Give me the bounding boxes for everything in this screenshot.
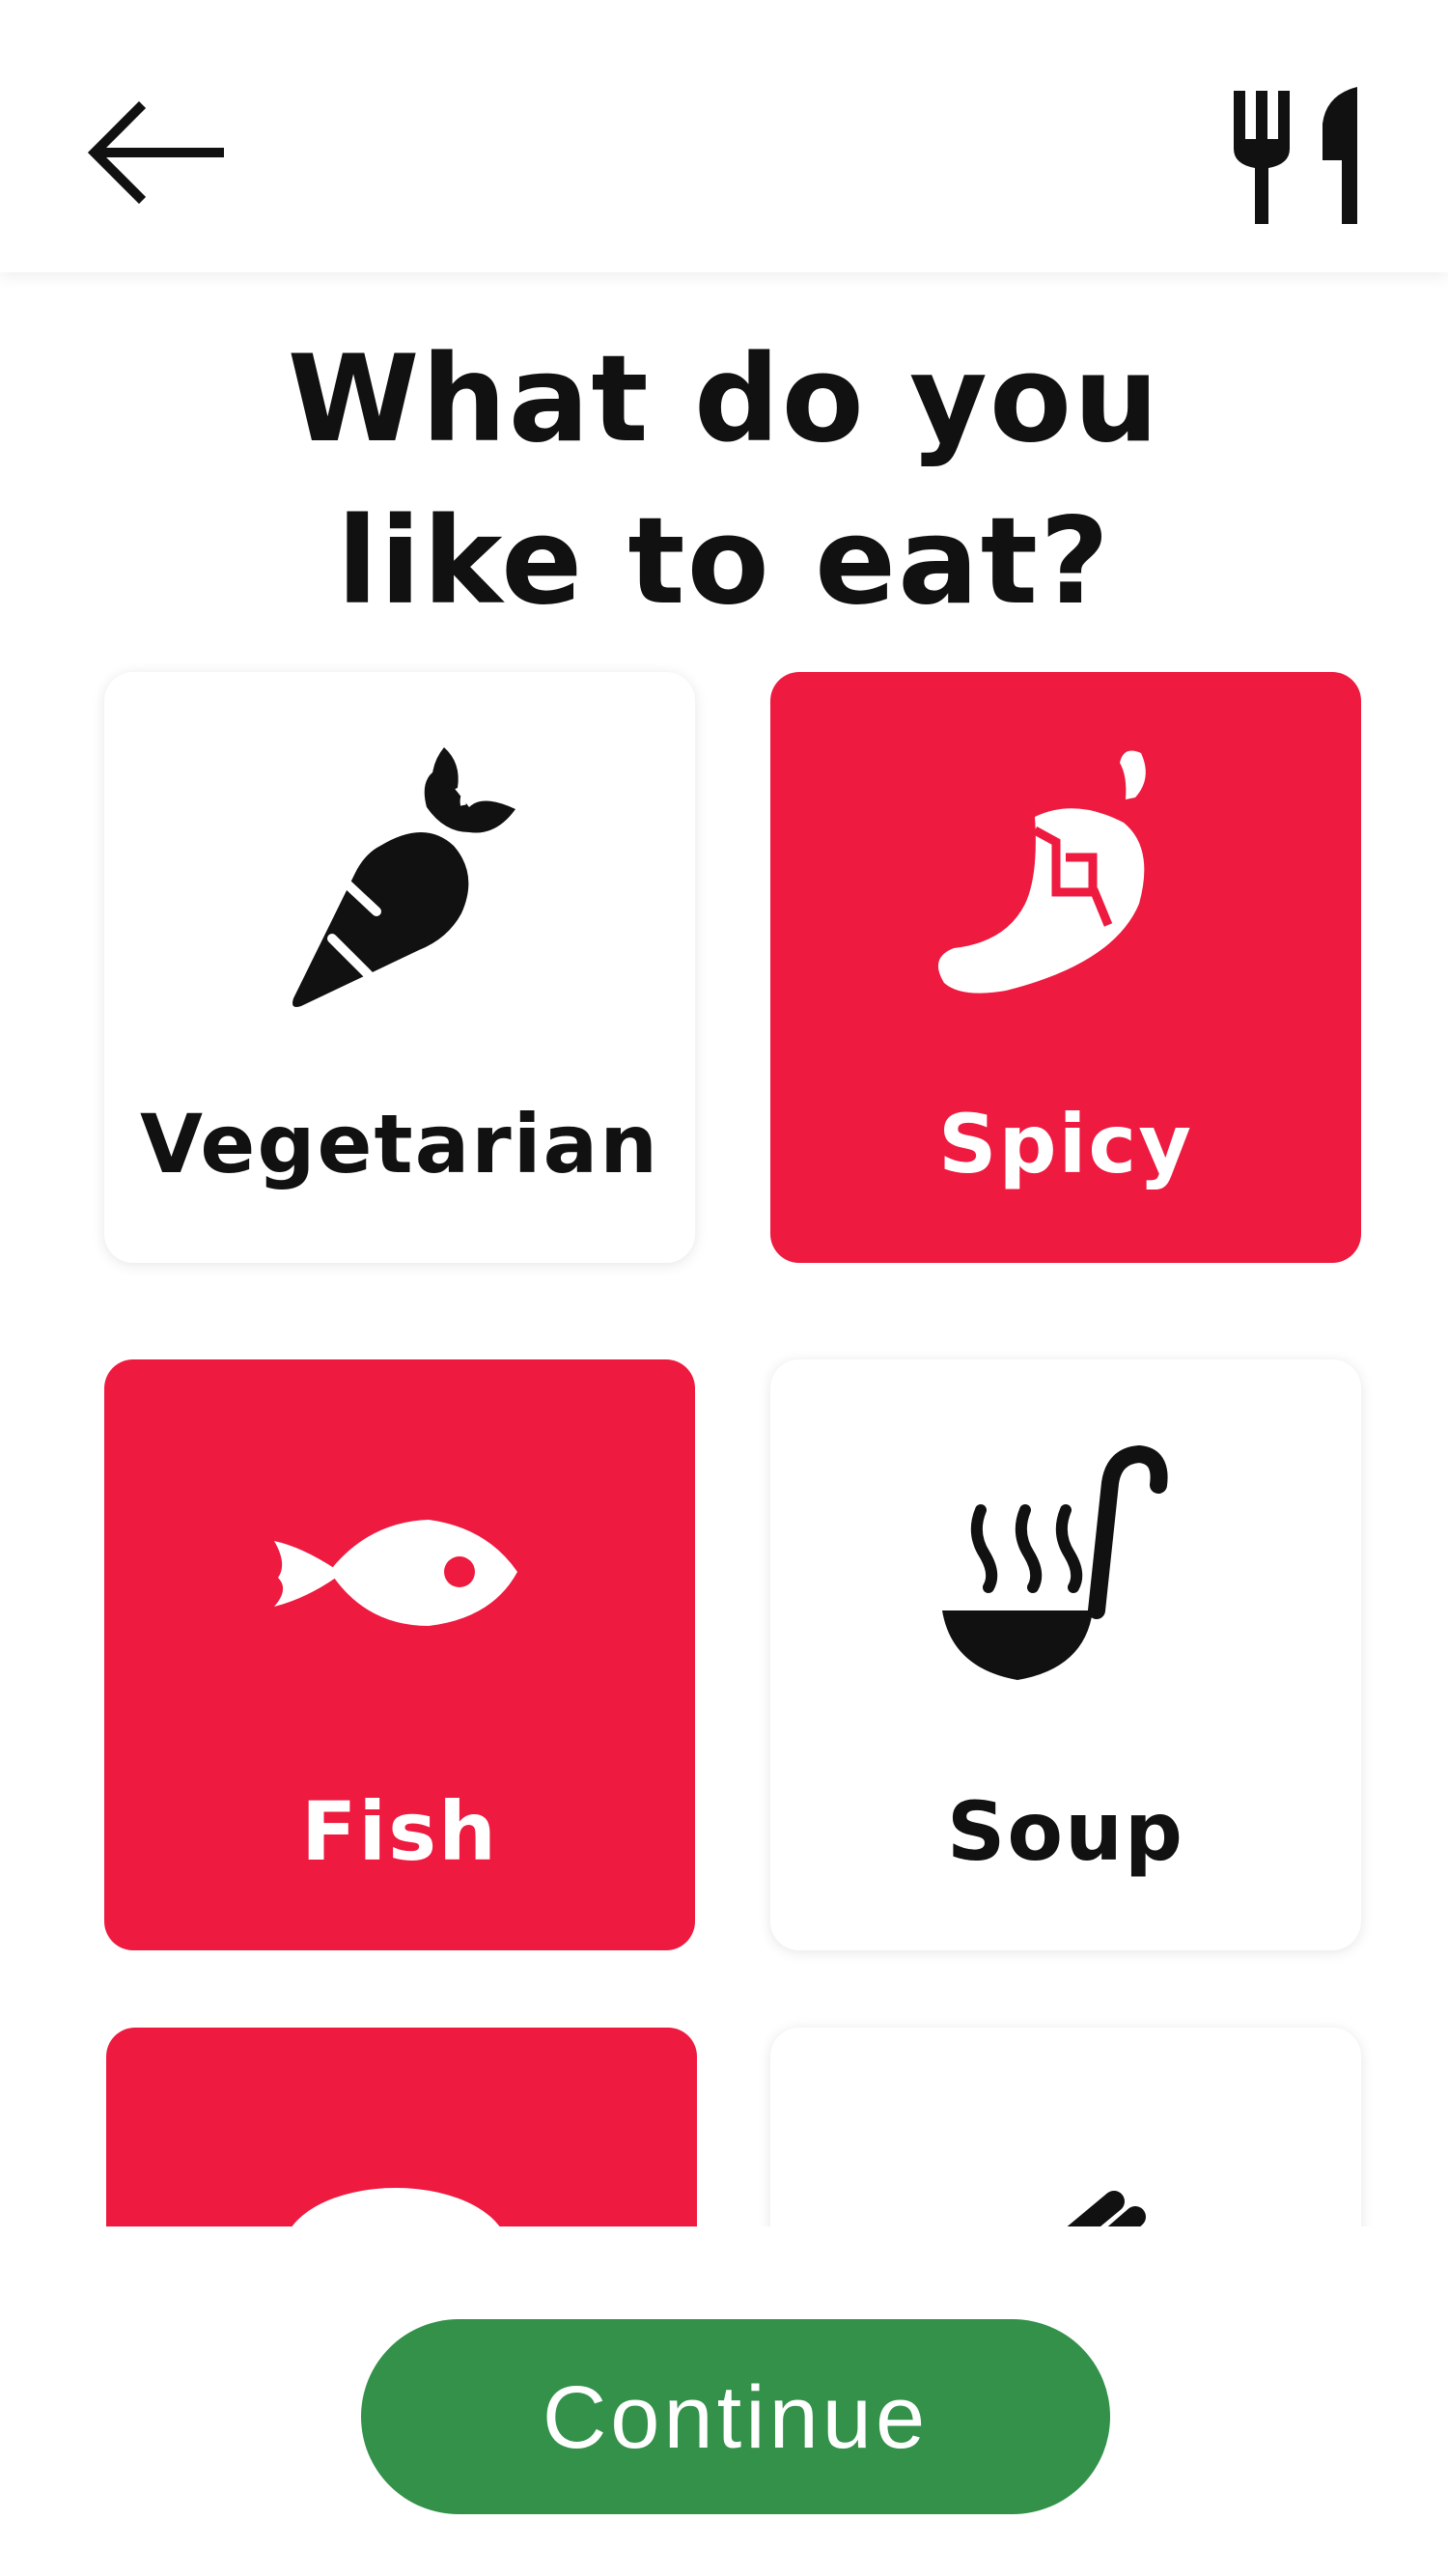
option-fish[interactable]: Fish xyxy=(104,1359,695,1950)
fork-knife-icon xyxy=(1226,85,1361,228)
carrot-icon xyxy=(255,740,544,1029)
option-hand[interactable] xyxy=(770,2028,1361,2226)
option-label: Vegetarian xyxy=(139,1097,660,1191)
options-grid[interactable]: Vegetarian Spicy Fish Soup xyxy=(0,637,1448,2226)
option-label: Fish xyxy=(301,1784,498,1879)
page-title: What do you like to eat? xyxy=(287,330,1161,631)
continue-button[interactable]: Continue xyxy=(361,2319,1110,2514)
egg-icon xyxy=(257,2095,546,2226)
option-spicy[interactable]: Spicy xyxy=(770,672,1361,1263)
back-button[interactable] xyxy=(79,97,234,216)
option-soup[interactable]: Soup xyxy=(770,1359,1361,1950)
bottom-bar: Continue xyxy=(0,2226,1448,2576)
option-label: Spicy xyxy=(938,1097,1193,1191)
option-vegetarian[interactable]: Vegetarian xyxy=(104,672,695,1263)
arrow-left-icon xyxy=(87,100,224,205)
header xyxy=(0,0,1448,272)
option-label: Soup xyxy=(946,1784,1185,1879)
soup-ladle-icon xyxy=(921,1427,1211,1717)
hand-icon xyxy=(921,2095,1211,2226)
app: What do you like to eat? Vegetarian Spic… xyxy=(0,0,1448,2576)
option-egg[interactable] xyxy=(106,2028,697,2226)
fish-icon xyxy=(255,1427,544,1717)
chili-pepper-icon xyxy=(921,740,1211,1029)
